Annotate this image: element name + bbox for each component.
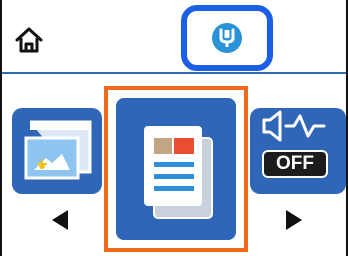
home-button[interactable]: [14, 26, 44, 54]
copy-tile-selected[interactable]: [104, 86, 248, 252]
copy-document-icon: [144, 126, 213, 219]
header-bar: [2, 0, 346, 72]
scan-icon: [24, 120, 92, 180]
right-arrow-icon: [286, 210, 302, 230]
wifi-direct-icon: [212, 23, 242, 53]
copy-tile: [116, 98, 236, 240]
left-arrow-icon: [52, 210, 68, 230]
sound-tile[interactable]: OFF: [250, 108, 346, 194]
previous-button[interactable]: [48, 208, 72, 232]
wifi-status-button[interactable]: [181, 5, 273, 71]
printer-control-panel: OFF: [0, 0, 348, 256]
next-button[interactable]: [282, 208, 306, 232]
home-icon: [15, 27, 43, 53]
sound-state-label: OFF: [276, 153, 314, 174]
sound-off-badge: OFF: [262, 150, 328, 178]
scan-tile[interactable]: [12, 108, 102, 194]
menu-carousel: OFF: [2, 74, 346, 256]
